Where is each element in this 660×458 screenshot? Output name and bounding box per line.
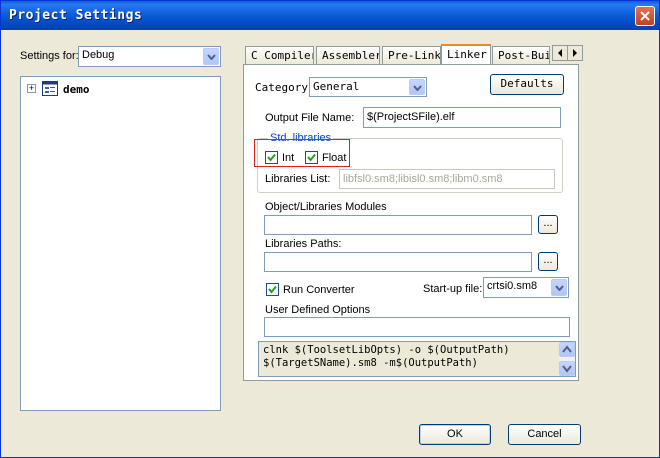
tab-post-build[interactable]: Post-Buil — [492, 46, 550, 64]
chevron-left-icon — [558, 49, 562, 57]
libraries-list-value: libfsl0.sm8;libisl0.sm8;libm0.sm8 — [343, 173, 503, 185]
command-line-2: $(TargetSName).sm8 -m$(OutputPath) — [263, 357, 478, 369]
checkmark-icon — [267, 153, 276, 162]
tree-item-demo[interactable]: demo — [63, 83, 90, 96]
command-scrollbar[interactable] — [559, 342, 575, 376]
startup-file-value: crtsi0.sm8 — [487, 280, 538, 292]
command-line-1: clnk $(ToolsetLibOpts) -o $(OutputPath) — [263, 344, 510, 356]
scroll-up-button[interactable] — [559, 342, 575, 357]
user-options-label: User Defined Options — [265, 304, 371, 316]
object-modules-input[interactable] — [264, 215, 532, 235]
chevron-down-icon — [562, 365, 572, 373]
chevron-up-icon — [562, 345, 572, 353]
output-file-input[interactable]: $(ProjectSFile).elf — [363, 107, 561, 128]
tab-c-compiler[interactable]: C Compiler — [245, 46, 314, 64]
project-tree[interactable]: + demo — [20, 76, 221, 411]
settings-for-value: Debug — [82, 49, 115, 61]
startup-file-select[interactable]: crtsi0.sm8 — [483, 277, 569, 298]
browse-object-modules-button[interactable]: ... — [538, 215, 558, 234]
chevron-down-icon — [207, 54, 216, 60]
settings-for-select[interactable]: Debug — [78, 46, 221, 67]
float-checkbox[interactable] — [305, 151, 318, 164]
libraries-paths-input[interactable] — [264, 252, 532, 272]
chevron-down-icon — [413, 85, 422, 91]
cancel-button[interactable]: Cancel — [508, 424, 581, 445]
float-label[interactable]: Float — [322, 152, 346, 164]
tree-expander[interactable]: + — [27, 84, 36, 93]
category-value: General — [313, 80, 360, 93]
tab-scroll-left[interactable] — [552, 45, 568, 61]
libraries-list-input: libfsl0.sm8;libisl0.sm8;libm0.sm8 — [339, 169, 555, 189]
chevron-down-icon — [555, 285, 564, 291]
int-label[interactable]: Int — [282, 152, 294, 164]
dropdown-arrow[interactable] — [551, 279, 567, 296]
category-label: Category — [255, 81, 308, 94]
window-title: Project Settings — [9, 8, 143, 23]
run-converter-label[interactable]: Run Converter — [283, 284, 355, 296]
project-settings-dialog: Project Settings Settings for: Debug + d… — [0, 0, 660, 458]
category-select[interactable]: General — [309, 77, 427, 97]
dropdown-arrow[interactable] — [203, 48, 219, 65]
startup-file-label: Start-up file: — [423, 283, 483, 295]
output-file-label: Output File Name: — [265, 112, 355, 124]
settings-for-label: Settings for: — [20, 50, 79, 62]
close-button[interactable] — [635, 6, 655, 26]
chevron-right-icon — [573, 49, 577, 57]
tab-pre-link[interactable]: Pre-Link — [382, 46, 441, 64]
libraries-paths-label: Libraries Paths: — [265, 238, 342, 250]
ok-button[interactable]: OK — [419, 424, 491, 445]
tab-assembler[interactable]: Assembler — [316, 46, 380, 64]
browse-libraries-paths-button[interactable]: ... — [538, 252, 558, 271]
scroll-down-button[interactable] — [559, 361, 575, 376]
title-bar[interactable]: Project Settings — [1, 1, 659, 30]
close-icon — [640, 11, 650, 21]
dropdown-arrow[interactable] — [409, 79, 425, 95]
user-options-input[interactable] — [264, 317, 570, 337]
checkmark-icon — [268, 285, 277, 294]
tab-scroll-right[interactable] — [567, 45, 583, 61]
project-icon — [42, 81, 58, 96]
libraries-list-label: Libraries List: — [265, 173, 331, 185]
tab-linker[interactable]: Linker — [441, 44, 491, 65]
command-line-box[interactable]: clnk $(ToolsetLibOpts) -o $(OutputPath) … — [258, 341, 576, 377]
run-converter-checkbox[interactable] — [266, 283, 279, 296]
object-modules-label: Object/Libraries Modules — [265, 201, 387, 213]
defaults-button[interactable]: Defaults — [490, 74, 564, 95]
output-file-value: $(ProjectSFile).elf — [367, 111, 455, 123]
checkmark-icon — [307, 153, 316, 162]
int-checkbox[interactable] — [265, 151, 278, 164]
